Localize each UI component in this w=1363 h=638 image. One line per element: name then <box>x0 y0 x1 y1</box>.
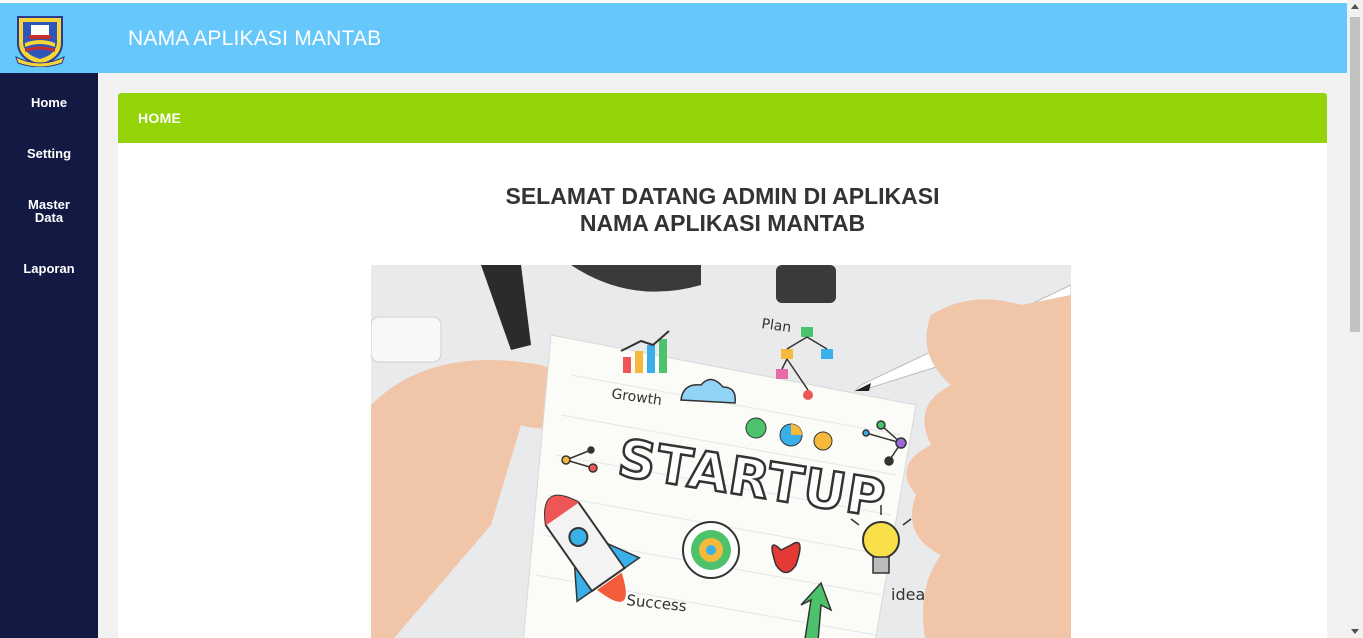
scroll-up-arrow-icon[interactable] <box>1351 4 1359 9</box>
home-card: HOME SELAMAT DATANG ADMIN DI APLIKASI NA… <box>118 93 1327 638</box>
sidebar: Home Setting Master Data Laporan <box>0 73 98 638</box>
sidebar-item-master-data[interactable]: Master Data <box>0 198 98 224</box>
mobile-device-icon <box>371 316 442 363</box>
sidebar-item-label: Home <box>30 95 68 110</box>
target-icon <box>682 521 740 579</box>
scroll-down-arrow-icon[interactable] <box>1351 629 1359 634</box>
welcome-heading: SELAMAT DATANG ADMIN DI APLIKASI NAMA AP… <box>118 183 1327 237</box>
regional-emblem-icon[interactable] <box>14 13 66 67</box>
sidebar-item-setting[interactable]: Setting <box>0 147 98 160</box>
phone-icon <box>776 265 836 303</box>
card-header: HOME <box>118 93 1327 143</box>
welcome-line-1: SELAMAT DATANG ADMIN DI APLIKASI <box>505 183 940 209</box>
page-scrollbar[interactable] <box>1347 0 1363 638</box>
top-bar: NAMA APLIKASI MANTAB <box>0 0 1347 73</box>
sidebar-item-label: Setting <box>26 146 72 161</box>
scrollbar-thumb[interactable] <box>1350 17 1360 332</box>
app-title: NAMA APLIKASI MANTAB <box>128 27 382 50</box>
startup-banner-image: Growth Plan STARTUP idea Success <box>371 265 1071 638</box>
sidebar-item-home[interactable]: Home <box>0 96 98 109</box>
welcome-line-2: NAMA APLIKASI MANTAB <box>579 210 866 236</box>
sidebar-item-laporan[interactable]: Laporan <box>0 262 98 275</box>
card-title: HOME <box>138 110 182 126</box>
sidebar-item-label-line2: Data <box>34 210 64 225</box>
main-content: HOME SELAMAT DATANG ADMIN DI APLIKASI NA… <box>98 73 1347 638</box>
idea-label: idea <box>891 585 925 604</box>
sidebar-item-label: Laporan <box>23 261 75 276</box>
